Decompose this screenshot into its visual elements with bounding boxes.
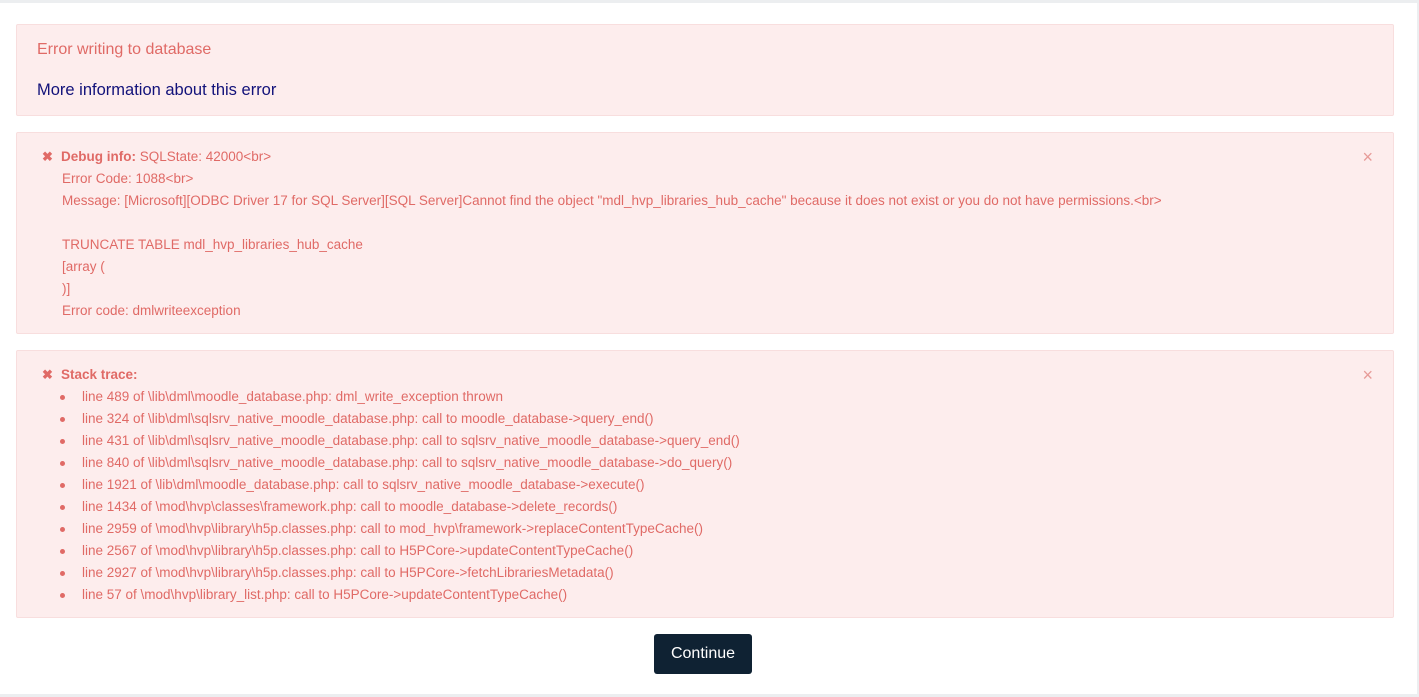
- debug-close-icon[interactable]: ×: [1362, 148, 1373, 166]
- debug-info-line: Error code: dmlwriteexception: [62, 303, 241, 318]
- stack-close-icon[interactable]: ×: [1362, 366, 1373, 384]
- stack-trace-item: line 324 of \lib\dml\sqlsrv_native_moodl…: [60, 408, 1333, 430]
- stack-trace-item: line 1921 of \lib\dml\moodle_database.ph…: [60, 474, 1333, 496]
- error-x-icon: ✖: [42, 149, 53, 164]
- stack-trace-list: line 489 of \lib\dml\moodle_database.php…: [41, 386, 1333, 606]
- error-x-icon: ✖: [42, 367, 53, 382]
- stack-trace-item: line 840 of \lib\dml\sqlsrv_native_moodl…: [60, 452, 1333, 474]
- stack-trace-item: line 2927 of \mod\hvp\library\h5p.classe…: [60, 562, 1333, 584]
- debug-info-alert: ✖ Debug info: SQLState: 42000<br> Error C…: [16, 132, 1394, 334]
- debug-info-header: ✖ Debug info: SQLState: 42000<br>: [41, 146, 1333, 168]
- stack-trace-item: line 2567 of \mod\hvp\library\h5p.classe…: [60, 540, 1333, 562]
- stack-trace-item: line 57 of \mod\hvp\library_list.php: ca…: [60, 584, 1333, 606]
- stack-trace-item: line 2959 of \mod\hvp\library\h5p.classe…: [60, 518, 1333, 540]
- continue-button[interactable]: Continue: [654, 634, 752, 674]
- debug-info-line: [array (: [62, 259, 105, 274]
- more-info-link[interactable]: More information about this error: [37, 81, 276, 100]
- debug-info-lines: Error Code: 1088<br> Message: [Microsoft]…: [41, 168, 1333, 322]
- error-alert: Error writing to database More informati…: [16, 24, 1394, 116]
- debug-info-line: )]: [62, 281, 71, 296]
- debug-info-sqlstate: SQLState: 42000<br>: [135, 149, 272, 164]
- stack-trace-item: line 489 of \lib\dml\moodle_database.php…: [60, 386, 1333, 408]
- stack-trace-item: line 1434 of \mod\hvp\classes\framework.…: [60, 496, 1333, 518]
- stack-trace-header: ✖ Stack trace:: [41, 364, 1333, 386]
- debug-info-body: ✖ Debug info: SQLState: 42000<br> Error C…: [41, 146, 1333, 322]
- stack-trace-body: ✖ Stack trace: line 489 of \lib\dml\moodl…: [41, 364, 1333, 606]
- stack-trace-label: Stack trace:: [61, 367, 138, 382]
- debug-info-line: Message: [Microsoft][ODBC Driver 17 for …: [62, 193, 1162, 208]
- debug-info-line: [41, 212, 1333, 234]
- error-title: Error writing to database: [37, 41, 212, 58]
- stack-trace-item: line 431 of \lib\dml\sqlsrv_native_moodl…: [60, 430, 1333, 452]
- debug-info-label: Debug info:: [61, 149, 136, 164]
- debug-info-line: Error Code: 1088<br>: [62, 171, 194, 186]
- debug-info-line: TRUNCATE TABLE mdl_hvp_libraries_hub_cac…: [62, 237, 363, 252]
- stack-trace-alert: ✖ Stack trace: line 489 of \lib\dml\moodl…: [16, 350, 1394, 618]
